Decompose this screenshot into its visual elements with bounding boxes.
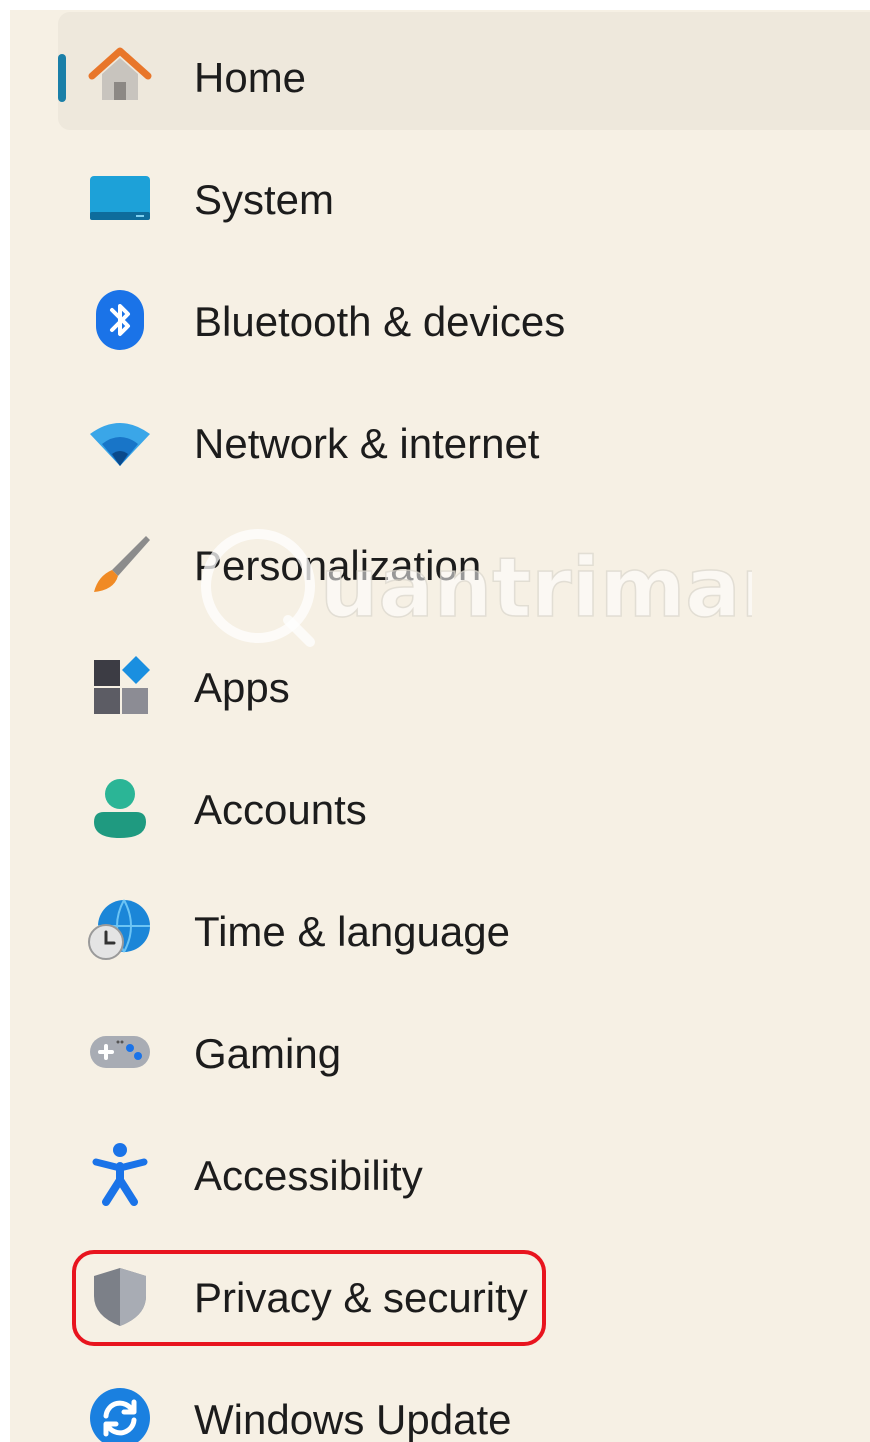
nav-item-accessibility[interactable]: Accessibility xyxy=(58,1110,870,1228)
nav-item-label: System xyxy=(194,176,335,223)
nav-item-label: Windows Update xyxy=(194,1396,512,1442)
nav-item-personalization[interactable]: Personalization xyxy=(58,500,870,618)
nav-item-label: Gaming xyxy=(194,1030,342,1077)
user-icon xyxy=(88,776,152,840)
settings-nav-panel: Home System Bluetooth & devices Network … xyxy=(10,10,870,1442)
nav-item-label: Home xyxy=(194,54,307,101)
nav-item-label: Network & internet xyxy=(194,420,540,467)
accessibility-icon xyxy=(88,1142,152,1206)
bluetooth-icon xyxy=(88,288,152,352)
nav-item-label: Personalization xyxy=(194,542,482,589)
apps-icon xyxy=(88,654,152,718)
nav-item-gaming[interactable]: Gaming xyxy=(58,988,870,1106)
globe-clock-icon xyxy=(88,898,152,962)
nav-item-windows-update[interactable]: Windows Update xyxy=(58,1354,870,1442)
home-icon xyxy=(88,44,152,108)
nav-item-label: Apps xyxy=(194,664,290,711)
selection-indicator xyxy=(58,54,66,102)
nav-item-label: Privacy & security xyxy=(194,1274,528,1321)
nav-item-home[interactable]: Home xyxy=(58,12,870,130)
nav-item-accounts[interactable]: Accounts xyxy=(58,744,870,862)
paintbrush-icon xyxy=(88,532,152,596)
nav-item-apps[interactable]: Apps xyxy=(58,622,870,740)
wifi-icon xyxy=(88,410,152,474)
gamepad-icon xyxy=(88,1020,152,1084)
nav-item-bluetooth-devices[interactable]: Bluetooth & devices xyxy=(58,256,870,374)
nav-item-time-language[interactable]: Time & language xyxy=(58,866,870,984)
nav-item-label: Accounts xyxy=(194,786,367,833)
nav-item-privacy-security[interactable]: Privacy & security xyxy=(58,1232,870,1350)
nav-item-network-internet[interactable]: Network & internet xyxy=(58,378,870,496)
nav-item-label: Accessibility xyxy=(194,1152,423,1199)
nav-item-label: Bluetooth & devices xyxy=(194,298,566,345)
system-icon xyxy=(88,166,152,230)
shield-icon xyxy=(88,1264,152,1328)
nav-item-label: Time & language xyxy=(194,908,510,955)
windows-update-icon xyxy=(88,1386,152,1442)
nav-item-system[interactable]: System xyxy=(58,134,870,252)
